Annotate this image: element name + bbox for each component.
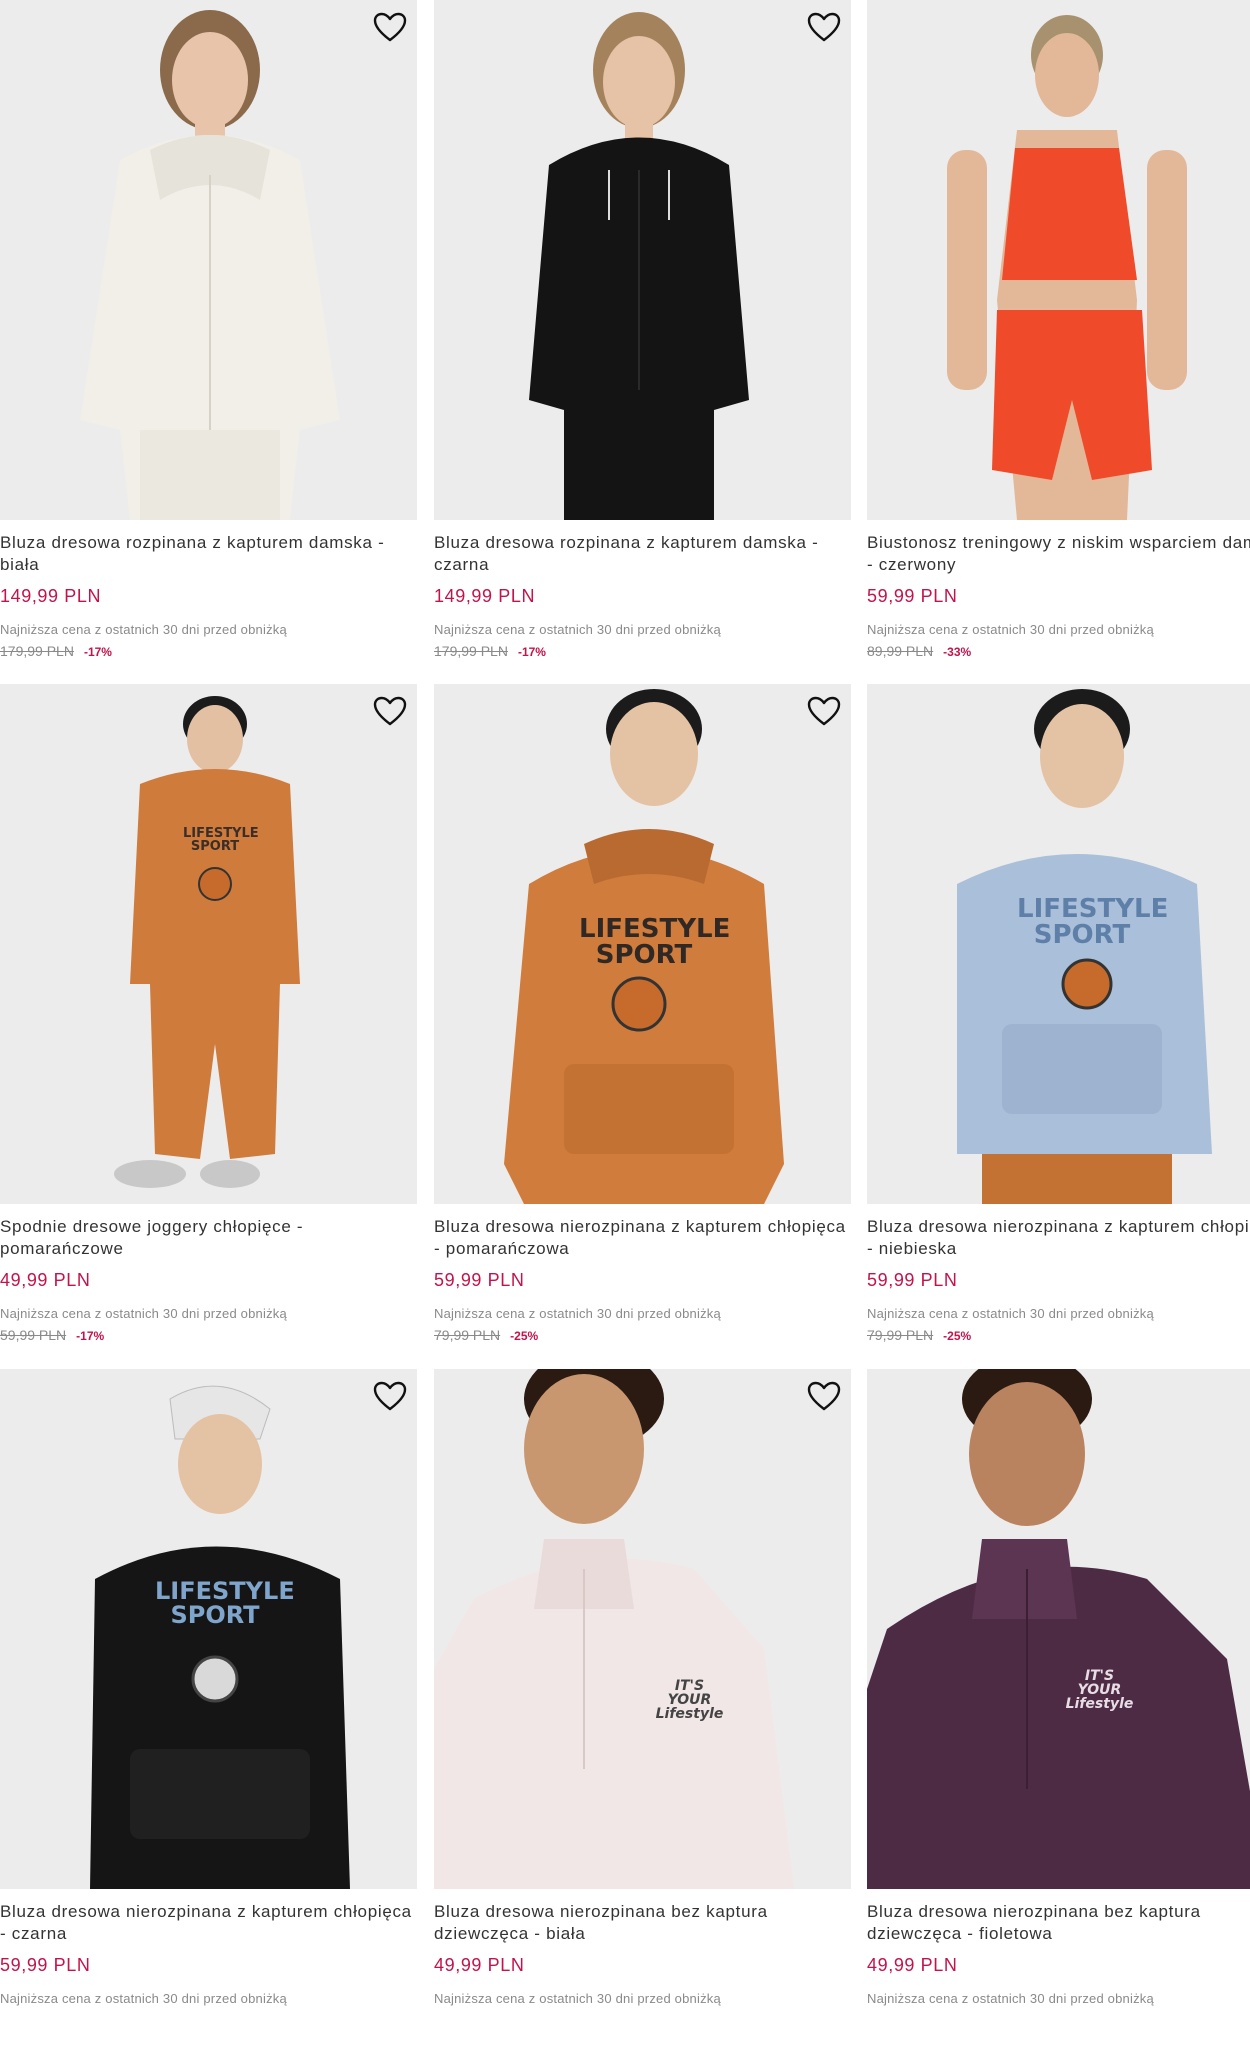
product-image[interactable] (867, 0, 1250, 520)
product-price: 59,99 PLN (0, 1955, 91, 1975)
discount-badge: -17% (83, 645, 112, 659)
product-price: 149,99 PLN (0, 586, 102, 606)
product-price: 49,99 PLN (434, 1955, 525, 1975)
old-price: 79,99 PLN (434, 1327, 501, 1343)
old-price-row: 79,99 PLN -25% (867, 1327, 971, 1343)
product-image[interactable]: IT'S YOUR Lifestyle (867, 1369, 1250, 1889)
garment-print: IT'S YOUR Lifestyle (655, 1678, 724, 1722)
product-title[interactable]: Bluza dresowa nierozpinana z kapturem ch… (867, 1216, 1250, 1260)
product-grid: Bluza dresowa rozpinana z kapturem damsk… (0, 0, 1250, 2014)
product-card[interactable]: IT'S YOUR Lifestyle Bluza dresowa nieroz… (434, 1369, 851, 2049)
lowest-price-note: Najniższa cena z ostatnich 30 dni przed … (867, 1991, 1154, 2006)
garment-print: IT'S YOUR Lifestyle (1065, 1668, 1134, 1712)
product-title[interactable]: Biustonosz treningowy z niskim wsparciem… (867, 532, 1250, 576)
discount-badge: -25% (943, 1329, 972, 1343)
wishlist-heart-icon[interactable] (371, 8, 409, 46)
lowest-price-note: Najniższa cena z ostatnich 30 dni przed … (434, 1306, 721, 1321)
product-title[interactable]: Spodnie dresowe joggery chłopięce - poma… (0, 1216, 417, 1260)
old-price-row: 79,99 PLN -25% (434, 1327, 538, 1343)
garment-print: LIFESTYLE SPORT (155, 1577, 295, 1629)
old-price: 179,99 PLN (0, 643, 74, 659)
product-card[interactable]: Bluza dresowa rozpinana z kapturem damsk… (434, 0, 851, 680)
product-card[interactable]: LIFESTYLE SPORT Bluza dresowa nierozpina… (0, 1369, 417, 2049)
product-image[interactable]: LIFESTYLE SPORT (867, 684, 1250, 1204)
product-price: 149,99 PLN (434, 586, 536, 606)
wishlist-heart-icon[interactable] (371, 1377, 409, 1415)
old-price-row: 179,99 PLN -17% (0, 643, 112, 659)
product-image[interactable] (434, 0, 851, 520)
discount-badge: -25% (510, 1329, 539, 1343)
product-title[interactable]: Bluza dresowa nierozpinana bez kaptura d… (867, 1901, 1250, 1945)
product-title[interactable]: Bluza dresowa rozpinana z kapturem damsk… (434, 532, 851, 576)
garment-print: LIFESTYLE SPORT (1017, 894, 1169, 950)
old-price: 179,99 PLN (434, 643, 508, 659)
discount-badge: -33% (943, 645, 972, 659)
lowest-price-note: Najniższa cena z ostatnich 30 dni przed … (0, 1991, 287, 2006)
product-card[interactable]: LIFESTYLE SPORT Spodnie dresowe joggery … (0, 684, 417, 1364)
product-title[interactable]: Bluza dresowa rozpinana z kapturem damsk… (0, 532, 417, 576)
lowest-price-note: Najniższa cena z ostatnich 30 dni przed … (867, 1306, 1154, 1321)
product-price: 59,99 PLN (434, 1270, 525, 1290)
discount-badge: -17% (76, 1329, 105, 1343)
lowest-price-note: Najniższa cena z ostatnich 30 dni przed … (867, 622, 1154, 637)
old-price-row: 59,99 PLN -17% (0, 1327, 104, 1343)
old-price: 89,99 PLN (867, 643, 934, 659)
product-image[interactable]: LIFESTYLE SPORT (434, 684, 851, 1204)
old-price-row: 179,99 PLN -17% (434, 643, 546, 659)
wishlist-heart-icon[interactable] (371, 692, 409, 730)
wishlist-heart-icon[interactable] (805, 1377, 843, 1415)
lowest-price-note: Najniższa cena z ostatnich 30 dni przed … (0, 1306, 287, 1321)
product-image[interactable]: LIFESTYLE SPORT (0, 1369, 417, 1889)
wishlist-heart-icon[interactable] (805, 8, 843, 46)
product-price: 59,99 PLN (867, 586, 958, 606)
product-card[interactable]: IT'S YOUR Lifestyle Bluza dresowa nieroz… (867, 1369, 1250, 2049)
product-price: 49,99 PLN (0, 1270, 91, 1290)
product-title[interactable]: Bluza dresowa nierozpinana bez kaptura d… (434, 1901, 851, 1945)
old-price: 59,99 PLN (0, 1327, 67, 1343)
garment-print: LIFESTYLE SPORT (183, 826, 259, 854)
garment-print: LIFESTYLE SPORT (579, 914, 731, 970)
lowest-price-note: Najniższa cena z ostatnich 30 dni przed … (434, 1991, 721, 2006)
product-card[interactable]: Biustonosz treningowy z niskim wsparciem… (867, 0, 1250, 680)
product-card[interactable]: LIFESTYLE SPORT Bluza dresowa nierozpina… (434, 684, 851, 1364)
product-image[interactable]: IT'S YOUR Lifestyle (434, 1369, 851, 1889)
product-price: 59,99 PLN (867, 1270, 958, 1290)
product-price: 49,99 PLN (867, 1955, 958, 1975)
lowest-price-note: Najniższa cena z ostatnich 30 dni przed … (0, 622, 287, 637)
product-card[interactable]: Bluza dresowa rozpinana z kapturem damsk… (0, 0, 417, 680)
wishlist-heart-icon[interactable] (805, 692, 843, 730)
product-title[interactable]: Bluza dresowa nierozpinana z kapturem ch… (0, 1901, 417, 1945)
product-title[interactable]: Bluza dresowa nierozpinana z kapturem ch… (434, 1216, 851, 1260)
old-price-row: 89,99 PLN -33% (867, 643, 971, 659)
lowest-price-note: Najniższa cena z ostatnich 30 dni przed … (434, 622, 721, 637)
old-price: 79,99 PLN (867, 1327, 934, 1343)
product-card[interactable]: LIFESTYLE SPORT Bluza dresowa nierozpina… (867, 684, 1250, 1364)
discount-badge: -17% (517, 645, 546, 659)
product-image[interactable]: LIFESTYLE SPORT (0, 684, 417, 1204)
product-image[interactable] (0, 0, 417, 520)
